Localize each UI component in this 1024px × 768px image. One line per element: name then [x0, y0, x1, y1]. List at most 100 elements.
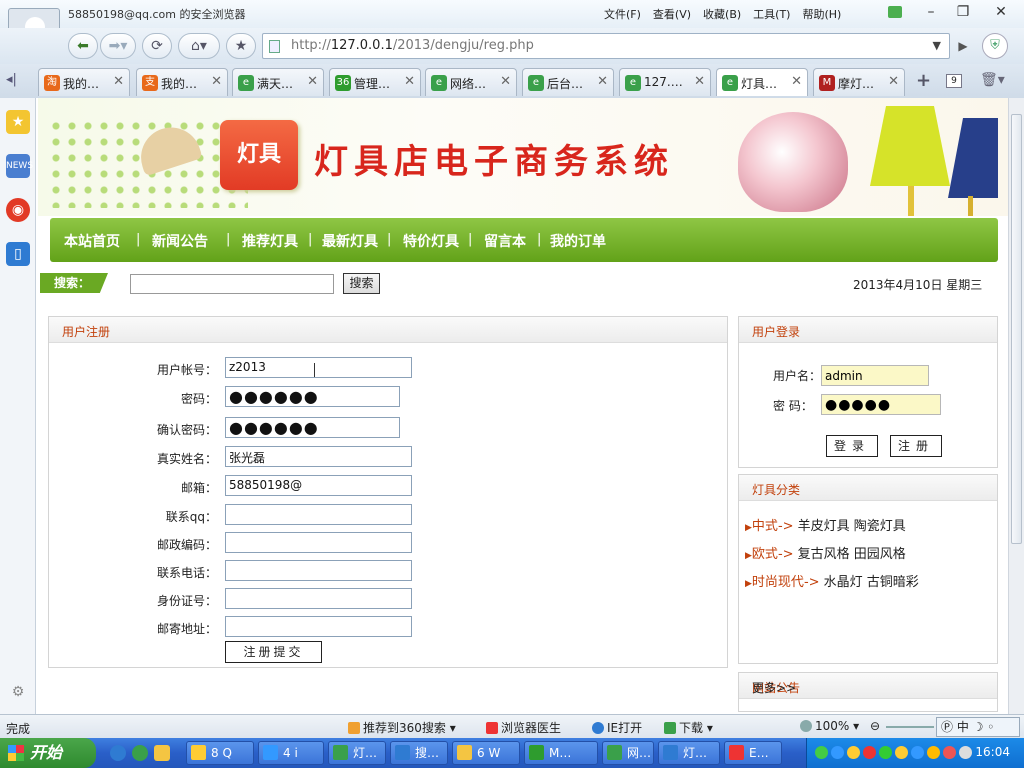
- taskbar-task[interactable]: 8 Q: [186, 741, 254, 765]
- taskbar-task[interactable]: 6 W: [452, 741, 520, 765]
- settings-gear-icon[interactable]: ⚙: [6, 680, 30, 704]
- zoom-out-icon[interactable]: ⊖: [870, 719, 880, 733]
- category-subitems[interactable]: 复古风格 田园风格: [798, 547, 906, 562]
- tab-close-icon[interactable]: ✕: [113, 74, 124, 89]
- register-field-input[interactable]: [225, 616, 412, 637]
- tab-close-icon[interactable]: ✕: [791, 74, 802, 89]
- refresh-button[interactable]: ⟳: [142, 33, 172, 59]
- nav-home[interactable]: 本站首页: [64, 231, 120, 251]
- trash-icon[interactable]: 🗑▾: [980, 72, 1005, 88]
- back-button[interactable]: ⬅: [68, 33, 98, 59]
- chevron-down-icon[interactable]: ▼: [933, 39, 941, 52]
- register-field-input[interactable]: ●●●●●●: [225, 386, 400, 407]
- register-field-input[interactable]: 张光磊: [225, 446, 412, 467]
- closed-tabs-button[interactable]: 9: [946, 74, 962, 88]
- scrollbar-thumb[interactable]: [1011, 114, 1022, 544]
- login-register-button[interactable]: 注册: [890, 435, 942, 457]
- tab-4[interactable]: e 网络… ✕: [425, 68, 517, 96]
- password-input[interactable]: [821, 394, 941, 415]
- tab-close-icon[interactable]: ✕: [888, 74, 899, 89]
- tab-5[interactable]: e 后台… ✕: [522, 68, 614, 96]
- category-subitems[interactable]: 羊皮灯具 陶瓷灯具: [798, 519, 906, 534]
- minimize-button[interactable]: –: [916, 2, 946, 22]
- browser-quicklaunch-icon[interactable]: [132, 745, 148, 761]
- register-field-input[interactable]: z2013: [225, 357, 412, 378]
- category-row[interactable]: ▶中式-> 羊皮灯具 陶瓷灯具: [745, 515, 906, 534]
- register-field-input[interactable]: [225, 588, 412, 609]
- address-bar[interactable]: http://127.0.0.1/2013/dengju/reg.php ▼: [262, 33, 950, 59]
- username-input[interactable]: [821, 365, 929, 386]
- nav-guestbook[interactable]: 留言本: [484, 231, 526, 251]
- sidebar-toggle-icon[interactable]: ◂|: [6, 72, 17, 87]
- browser-doctor-button[interactable]: 浏览器医生: [486, 719, 561, 736]
- menu-view[interactable]: 查看(V): [653, 6, 691, 22]
- register-submit-button[interactable]: 注册提交: [225, 641, 322, 663]
- tab-close-icon[interactable]: ✕: [307, 74, 318, 89]
- notice-more-link[interactable]: 更多>>: [752, 679, 983, 696]
- tab-7[interactable]: e 灯具… ✕: [716, 68, 808, 96]
- tab-8[interactable]: M 摩灯… ✕: [813, 68, 905, 96]
- vertical-scrollbar[interactable]: [1008, 98, 1024, 714]
- taskbar-task[interactable]: 4 i: [258, 741, 324, 765]
- category-row[interactable]: ▶欧式-> 复古风格 田园风格: [745, 543, 906, 562]
- menu-file[interactable]: 文件(F): [604, 6, 641, 22]
- folder-quicklaunch-icon[interactable]: [154, 745, 170, 761]
- nav-recommended[interactable]: 推荐灯具: [242, 231, 298, 251]
- start-button[interactable]: 开始: [0, 738, 96, 768]
- skin-shirt-icon[interactable]: [888, 6, 902, 18]
- maximize-button[interactable]: ❐: [948, 2, 978, 22]
- category-name[interactable]: 欧式: [752, 547, 778, 562]
- nav-latest[interactable]: 最新灯具: [322, 231, 378, 251]
- taskbar-task[interactable]: 网…: [602, 741, 654, 765]
- register-field-input[interactable]: [225, 532, 412, 553]
- tab-close-icon[interactable]: ✕: [404, 74, 415, 89]
- register-field-input[interactable]: ●●●●●●: [225, 417, 400, 438]
- category-name[interactable]: 时尚现代: [752, 575, 804, 590]
- ie-quicklaunch-icon[interactable]: [110, 745, 126, 761]
- nav-news[interactable]: 新闻公告: [152, 231, 208, 251]
- register-field-input[interactable]: [225, 560, 412, 581]
- close-button[interactable]: ✕: [986, 2, 1016, 22]
- address-url[interactable]: http://127.0.0.1/2013/dengju/reg.php: [291, 38, 534, 53]
- tab-close-icon[interactable]: ✕: [500, 74, 511, 89]
- shield-icon[interactable]: ⛨: [982, 33, 1008, 59]
- menu-tools[interactable]: 工具(T): [753, 6, 790, 22]
- taskbar-task[interactable]: 灯…: [328, 741, 386, 765]
- tab-close-icon[interactable]: ✕: [694, 74, 705, 89]
- tab-2[interactable]: e 满天… ✕: [232, 68, 324, 96]
- category-name[interactable]: 中式: [752, 519, 778, 534]
- tab-0[interactable]: 淘我的… ✕: [38, 68, 130, 96]
- nav-specials[interactable]: 特价灯具: [403, 231, 459, 251]
- tab-3[interactable]: 36 管理… ✕: [329, 68, 421, 96]
- ime-toolbar[interactable]: Ⓟ 中 ☽ ◦: [936, 717, 1020, 737]
- menu-help[interactable]: 帮助(H): [802, 6, 841, 22]
- tab-1[interactable]: 支我的… ✕: [136, 68, 228, 96]
- tab-close-icon[interactable]: ✕: [597, 74, 608, 89]
- search-button[interactable]: 搜索: [343, 273, 380, 294]
- weibo-icon[interactable]: ◉: [6, 198, 30, 222]
- zoom-slider[interactable]: [886, 726, 934, 728]
- register-field-input[interactable]: 58850198@: [225, 475, 412, 496]
- go-button[interactable]: ▶: [952, 33, 974, 59]
- download-button[interactable]: 下载 ▾: [664, 719, 713, 736]
- forward-button[interactable]: ➡▾: [100, 33, 136, 59]
- taskbar-task[interactable]: M…: [524, 741, 598, 765]
- register-field-input[interactable]: [225, 504, 412, 525]
- new-tab-button[interactable]: +: [916, 70, 931, 91]
- menu-favorites[interactable]: 收藏(B): [703, 6, 741, 22]
- taskbar-task[interactable]: E…: [724, 741, 782, 765]
- ie-open-button[interactable]: IE打开: [592, 719, 642, 736]
- nav-my-orders[interactable]: 我的订单: [550, 231, 606, 251]
- mobile-icon[interactable]: ▯: [6, 242, 30, 266]
- category-row[interactable]: ▶时尚现代-> 水晶灯 古铜暗彩: [745, 571, 919, 590]
- news-icon[interactable]: NEWS: [6, 154, 33, 178]
- zoom-control[interactable]: 100% ▾: [800, 719, 859, 733]
- taskbar-task[interactable]: 灯…: [658, 741, 720, 765]
- recommend-360-button[interactable]: 推荐到360搜索 ▾: [348, 719, 456, 736]
- tray-icons[interactable]: [815, 746, 972, 759]
- taskbar-task[interactable]: 搜…: [390, 741, 448, 765]
- tab-6[interactable]: e 127.… ✕: [619, 68, 711, 96]
- category-subitems[interactable]: 水晶灯 古铜暗彩: [824, 575, 919, 590]
- home-button[interactable]: ⌂▾: [178, 33, 220, 59]
- search-input[interactable]: [130, 274, 334, 294]
